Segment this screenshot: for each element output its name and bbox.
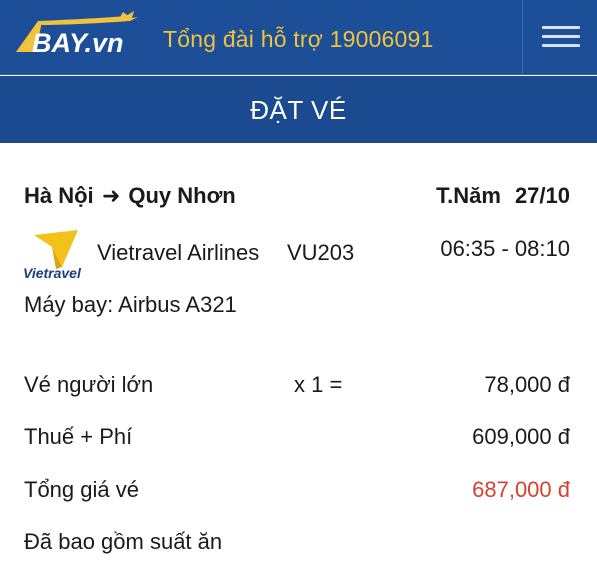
abay-logo[interactable]: BAY.vn <box>8 8 140 66</box>
airline-logo-text: Vietravel <box>23 265 82 281</box>
total-label: Tổng giá vé <box>24 477 139 502</box>
booking-summary: Hà Nội ➜ Quy Nhơn T.Năm 27/10 Vietravel V… <box>0 143 597 568</box>
adult-quantity: x 1 = <box>294 372 343 397</box>
arrow-right-icon: ➜ <box>101 183 121 208</box>
weekday: T.Năm <box>436 183 501 208</box>
flight-date: T.Năm 27/10 <box>436 183 570 209</box>
route: Hà Nội ➜ Quy Nhơn <box>24 183 236 209</box>
flight-number: VU203 <box>287 240 355 265</box>
meal-note-row: Đã bao gồm suất ăn <box>24 529 570 559</box>
total-row: Tổng giá vé 687,000 đ <box>24 477 570 507</box>
origin: Hà Nội <box>24 183 94 208</box>
adult-fare-row: Vé người lớn x 1 = 78,000 đ <box>24 372 570 402</box>
total-price: 687,000 đ <box>472 477 570 502</box>
adult-fare-price: 78,000 đ <box>484 372 570 397</box>
tax-fee-label: Thuế + Phí <box>24 424 133 449</box>
page-title: ĐẶT VÉ <box>250 95 347 125</box>
vietravel-logo: Vietravel <box>23 230 82 281</box>
top-bar: BAY.vn Tổng đài hỗ trợ 19006091 <box>0 0 597 75</box>
tax-fee-row: Thuế + Phí 609,000 đ <box>24 424 570 454</box>
tax-fee-price: 609,000 đ <box>472 424 570 449</box>
page-title-bar: ĐẶT VÉ <box>0 76 597 143</box>
airline-name: Vietravel Airlines <box>97 240 260 265</box>
logo-text: BAY.vn <box>32 28 124 58</box>
adult-fare-label: Vé người lớn <box>24 372 154 397</box>
date: 27/10 <box>514 183 570 208</box>
destination: Quy Nhơn <box>128 183 236 208</box>
meal-note: Đã bao gồm suất ăn <box>24 529 223 554</box>
flight-time: 06:35 - 08:10 <box>440 236 570 261</box>
aircraft-type: Máy bay: Airbus A321 <box>24 292 237 317</box>
menu-icon[interactable] <box>522 0 597 75</box>
hotline-text[interactable]: Tổng đài hỗ trợ 19006091 <box>163 26 434 53</box>
